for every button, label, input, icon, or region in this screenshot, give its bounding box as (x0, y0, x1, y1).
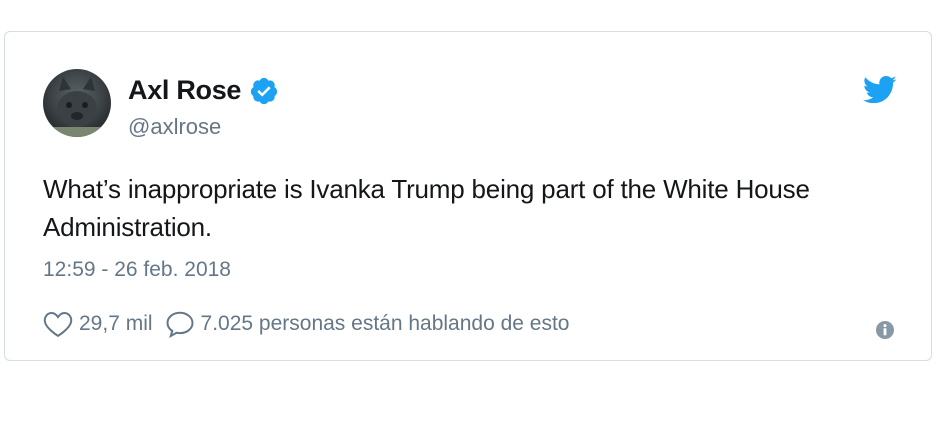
author-row: Axl Rose (128, 75, 279, 106)
conversation-button[interactable]: 7.025 personas están hablando de esto (165, 310, 570, 338)
tweet-card: Axl Rose @axlrose What’s inappropriate i… (4, 31, 932, 361)
avatar[interactable] (43, 69, 111, 137)
twitter-bird-icon[interactable] (862, 75, 897, 105)
tweet-actions: 29,7 mil 7.025 personas están hablando d… (43, 310, 582, 338)
author-handle[interactable]: @axlrose (128, 114, 221, 140)
conversation-count: 7.025 personas están hablando de esto (200, 312, 570, 335)
tweet-text: What’s inappropriate is Ivanka Trump bei… (43, 174, 810, 242)
verified-badge-icon (249, 76, 279, 106)
tweet-timestamp[interactable]: 12:59 - 26 feb. 2018 (43, 258, 231, 282)
speech-bubble-icon (165, 310, 195, 338)
like-button[interactable]: 29,7 mil (43, 310, 153, 338)
heart-icon (43, 310, 73, 338)
author-name[interactable]: Axl Rose (128, 75, 241, 106)
like-count: 29,7 mil (79, 312, 153, 335)
info-icon[interactable] (875, 320, 895, 340)
